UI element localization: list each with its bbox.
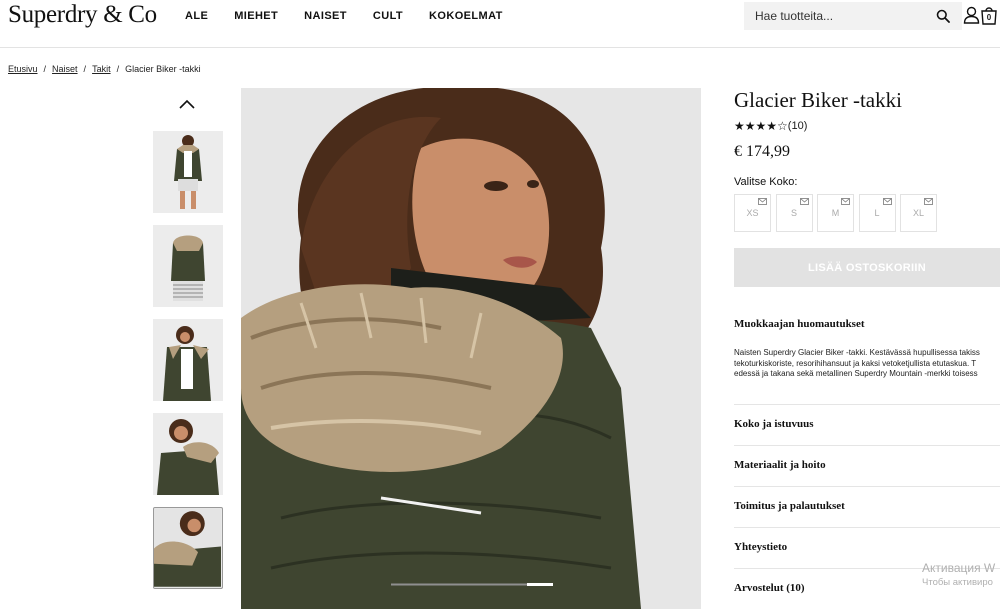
search-box bbox=[744, 2, 962, 30]
thumbnail-image bbox=[154, 508, 221, 587]
size-option-label: XS bbox=[746, 208, 759, 218]
search-input[interactable] bbox=[744, 2, 934, 30]
chevron-up-icon[interactable] bbox=[178, 98, 196, 110]
image-slider-indicator[interactable] bbox=[391, 583, 553, 586]
size-option-l[interactable]: L bbox=[858, 194, 896, 232]
size-option-s[interactable]: S bbox=[775, 194, 813, 232]
product-price: € 174,99 bbox=[734, 143, 790, 160]
breadcrumb-home[interactable]: Etusivu bbox=[8, 64, 38, 74]
thumbnail-1[interactable] bbox=[153, 131, 223, 213]
divider bbox=[734, 445, 1000, 446]
accordion-delivery-returns[interactable]: Toimitus ja palautukset bbox=[734, 500, 845, 512]
thumbnail-2[interactable] bbox=[153, 225, 223, 307]
mail-icon bbox=[882, 198, 892, 205]
mail-icon bbox=[758, 198, 767, 205]
mail-icon bbox=[799, 198, 809, 205]
thumbnail-5[interactable] bbox=[153, 507, 223, 589]
brand-logo[interactable]: Superdry & Co bbox=[8, 1, 157, 29]
os-activation-watermark: Активация W bbox=[922, 561, 996, 575]
size-option-label: M bbox=[831, 208, 840, 218]
site-header: Superdry & Co ALE MIEHET NAISET CULT KOK… bbox=[0, 0, 1000, 48]
breadcrumb-takit[interactable]: Takit bbox=[92, 64, 111, 74]
nav-item-miehet[interactable]: MIEHET bbox=[234, 10, 278, 22]
bag-count: 0 bbox=[986, 13, 992, 22]
search-icon[interactable] bbox=[936, 9, 950, 23]
description-line: edessä ja takana sekä metallinen Superdr… bbox=[734, 369, 978, 378]
add-to-cart-button[interactable]: LISÄÄ OSTOSKORIIN bbox=[734, 248, 1000, 287]
thumbnail-image bbox=[153, 413, 223, 495]
nav-item-ale[interactable]: ALE bbox=[185, 10, 208, 22]
size-selector: XS S M L XL bbox=[734, 194, 942, 232]
product-rating[interactable]: ★★★★☆ (10) bbox=[734, 119, 807, 133]
breadcrumb-separator: / bbox=[116, 64, 120, 74]
thumbnail-image bbox=[153, 131, 223, 213]
thumbnail-image bbox=[153, 225, 223, 307]
size-option-label: L bbox=[874, 208, 880, 218]
account-icon[interactable] bbox=[963, 6, 980, 24]
thumbnail-4[interactable] bbox=[153, 413, 223, 495]
size-option-label: XL bbox=[912, 208, 924, 218]
description-line: tekoturkiskoriste, resorihihansuut ja ka… bbox=[734, 358, 977, 368]
accordion-reviews[interactable]: Arvostelut (10) bbox=[734, 582, 805, 594]
nav-item-cult[interactable]: CULT bbox=[373, 10, 403, 22]
editor-notes-heading: Muokkaajan huomautukset bbox=[734, 318, 865, 330]
shopping-bag-button[interactable]: 0 bbox=[980, 5, 998, 25]
thumbnail-3[interactable] bbox=[153, 319, 223, 401]
size-option-m[interactable]: M bbox=[817, 194, 854, 232]
product-title: Glacier Biker -takki bbox=[734, 88, 902, 112]
thumbnail-image bbox=[153, 319, 223, 401]
breadcrumb-separator: / bbox=[83, 64, 87, 74]
mail-icon bbox=[924, 198, 933, 205]
breadcrumb-separator: / bbox=[43, 64, 47, 74]
accordion-size-fit[interactable]: Koko ja istuvuus bbox=[734, 418, 813, 430]
size-label: Valitse Koko: bbox=[734, 176, 798, 188]
accordion-materials-care[interactable]: Materiaalit ja hoito bbox=[734, 459, 826, 471]
divider bbox=[734, 486, 1000, 487]
size-option-xl[interactable]: XL bbox=[900, 194, 937, 232]
breadcrumb-current: Glacier Biker -takki bbox=[125, 64, 201, 74]
rating-stars: ★★★★☆ bbox=[734, 119, 788, 133]
product-description: Naisten Superdry Glacier Biker -takki. K… bbox=[734, 348, 1000, 380]
os-activation-watermark-sub: Чтобы активиро bbox=[922, 577, 993, 588]
main-product-image[interactable] bbox=[241, 88, 701, 609]
nav-item-naiset[interactable]: NAISET bbox=[304, 10, 347, 22]
mail-icon bbox=[841, 198, 850, 205]
nav-item-kokoelmat[interactable]: KOKOELMAT bbox=[429, 10, 503, 22]
breadcrumb: Etusivu / Naiset / Takit / Glacier Biker… bbox=[8, 64, 201, 74]
breadcrumb-naiset[interactable]: Naiset bbox=[52, 64, 78, 74]
size-option-label: S bbox=[790, 208, 797, 218]
main-nav: ALE MIEHET NAISET CULT KOKOELMAT bbox=[185, 10, 529, 22]
product-photo bbox=[241, 88, 701, 609]
accordion-contact[interactable]: Yhteystieto bbox=[734, 541, 787, 553]
size-option-xs[interactable]: XS bbox=[734, 194, 771, 232]
divider bbox=[734, 527, 1000, 528]
divider bbox=[734, 404, 1000, 405]
description-line: Naisten Superdry Glacier Biker -takki. K… bbox=[734, 348, 980, 357]
review-count: (10) bbox=[787, 120, 808, 132]
